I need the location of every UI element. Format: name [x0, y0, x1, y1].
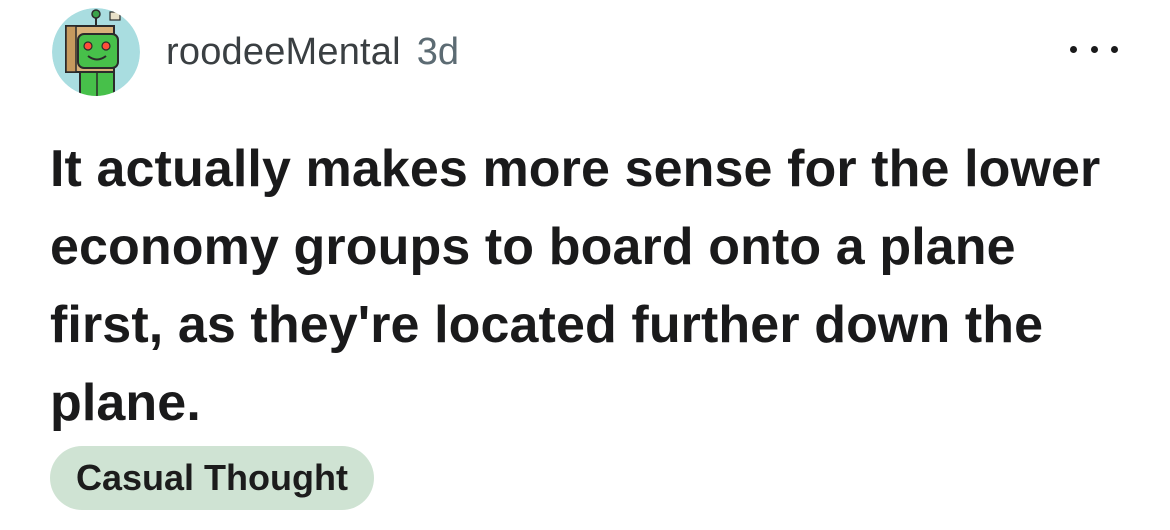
more-options-button[interactable] [1070, 36, 1118, 62]
author-username[interactable]: roodeeMental [166, 31, 401, 74]
more-options-icon-dot [1090, 45, 1098, 53]
user-avatar[interactable] [52, 8, 140, 96]
robot-avatar-icon [52, 8, 140, 96]
post-title[interactable]: It actually makes more sense for the low… [50, 130, 1130, 442]
post-header: roodeeMental 3d [52, 8, 459, 96]
flair-label: Casual Thought [76, 457, 348, 498]
post-flair[interactable]: Casual Thought [50, 446, 374, 510]
more-options-icon [1070, 45, 1077, 53]
more-options-icon-dot [1111, 45, 1118, 53]
post-age: 3d [416, 30, 460, 73]
